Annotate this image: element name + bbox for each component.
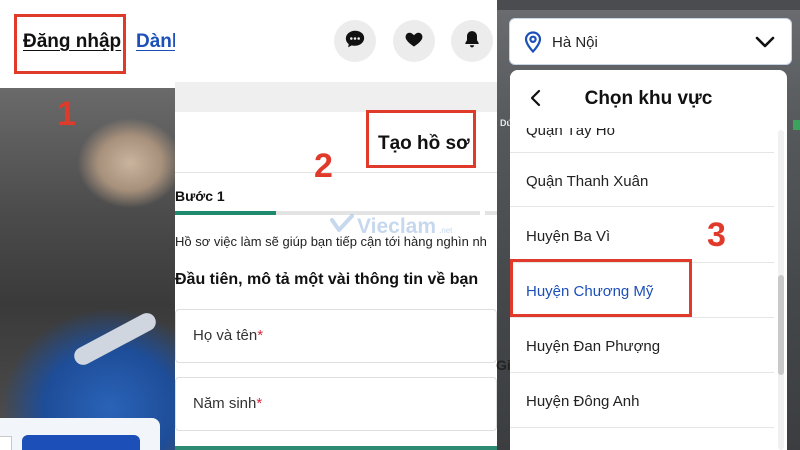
section-heading: Đầu tiên, mô tả một vài thông tin về bạn: [175, 271, 479, 288]
list-item-label: Huyện Ba Vì: [526, 228, 611, 245]
step-number-2: 2: [314, 147, 333, 185]
location-select-value: Hà Nội: [552, 34, 598, 51]
highlight-box-district: [510, 259, 692, 317]
chevron-down-icon: [755, 33, 775, 56]
bell-icon: [462, 29, 482, 54]
location-select[interactable]: Hà Nội: [509, 18, 792, 65]
next-button-edge[interactable]: [175, 446, 497, 450]
section-gap: [175, 82, 497, 112]
progress-next-segment: [485, 211, 497, 215]
list-item-label: Quận Thanh Xuân: [526, 173, 649, 190]
profile-description: Hồ sơ việc làm sẽ giúp bạn tiếp cận tới …: [175, 234, 487, 249]
chevron-left-icon: [530, 89, 542, 112]
required-mark: *: [257, 327, 264, 344]
list-item-label: Huyện Đan Phượng: [526, 338, 661, 355]
required-mark: *: [256, 395, 263, 412]
scrollbar-thumb[interactable]: [778, 275, 784, 375]
panel-location-picker: Dứ Hà Nội Quận Tây Hồ Chọn khu vực Quận …: [497, 0, 800, 450]
chat-button[interactable]: [334, 20, 376, 62]
heart-icon: [404, 29, 424, 54]
list-item-dan-phuong[interactable]: Huyện Đan Phượng: [510, 318, 774, 373]
full-name-label: Họ và tên*: [193, 327, 263, 344]
progress-fill: [175, 211, 276, 215]
location-pin-icon: [524, 31, 542, 58]
search-input[interactable]: [0, 436, 12, 450]
full-name-label-text: Họ và tên: [193, 327, 258, 344]
favorites-button[interactable]: [393, 20, 435, 62]
notifications-button[interactable]: [451, 20, 493, 62]
divider: [175, 172, 497, 173]
list-item-thanh-xuan[interactable]: Quận Thanh Xuân: [510, 152, 774, 207]
panel-create-profile: Tạo hồ sơ Bước 1 Vieclam .net Hồ sơ việc…: [175, 0, 497, 450]
search-button[interactable]: [22, 435, 140, 450]
highlight-box-login: [14, 14, 126, 74]
background-badge: [793, 120, 800, 130]
header-icon-bar: [175, 0, 497, 82]
hero-photo: [0, 88, 175, 450]
step-number-3: 3: [707, 216, 726, 254]
register-link[interactable]: Dành: [136, 31, 175, 53]
list-item-dong-anh[interactable]: Huyện Đông Anh: [510, 373, 774, 428]
background-strip: [497, 0, 800, 10]
modal-title: Chọn khu vực: [584, 88, 713, 109]
chat-icon: [344, 28, 366, 55]
full-name-field[interactable]: Họ và tên*: [175, 309, 497, 363]
birth-year-field[interactable]: Năm sinh*: [175, 377, 497, 431]
step-label: Bước 1: [175, 188, 225, 204]
step-number-1: 1: [57, 95, 76, 133]
birth-year-label: Năm sinh*: [193, 395, 262, 412]
birth-year-label-text: Năm sinh: [193, 395, 257, 412]
background-peek-text: Gi: [496, 357, 511, 373]
highlight-box-create-profile: [366, 110, 476, 168]
back-button[interactable]: [526, 88, 546, 112]
list-item-label: Huyện Đông Anh: [526, 393, 640, 410]
list-item-ba-vi[interactable]: Huyện Ba Vì: [510, 208, 774, 263]
